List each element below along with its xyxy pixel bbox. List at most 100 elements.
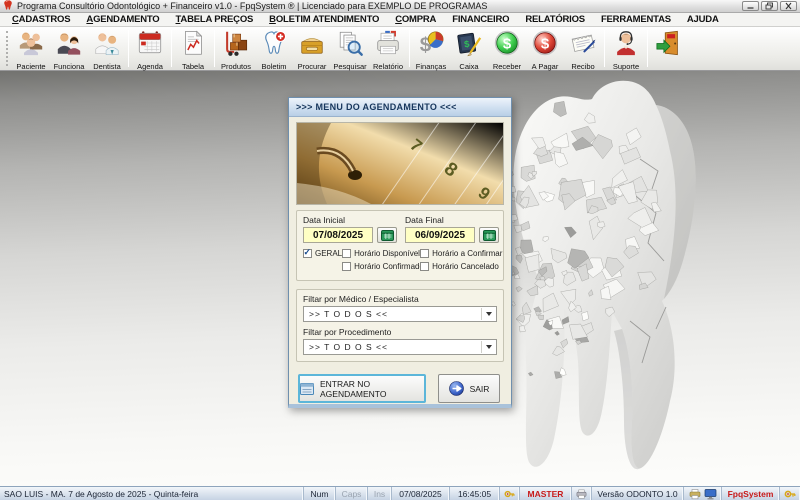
printer-icon [689, 488, 701, 500]
tooth-art [480, 71, 800, 486]
cashbook-icon: $ [455, 29, 483, 62]
toolbar-label: Funciona [54, 62, 85, 71]
close-button[interactable] [780, 1, 797, 11]
chevron-down-icon[interactable] [481, 308, 495, 320]
toolbar-pesquisar-button[interactable]: Pesquisar [331, 27, 369, 70]
menu-cadastros[interactable]: CADASTROS [4, 14, 78, 25]
toolbar-apagar-button[interactable]: $ A Pagar [526, 27, 564, 70]
minimize-button[interactable] [742, 1, 759, 11]
status-time: 16:45:05 [450, 487, 500, 500]
dollar-glyph: $ [503, 36, 512, 53]
window-grid-icon [300, 383, 314, 395]
toolbar-relatorio-button[interactable]: Relatório [369, 27, 407, 70]
restore-button[interactable] [761, 1, 778, 11]
dollar-glyph: $ [541, 36, 550, 53]
toolbar-label: Relatório [373, 62, 403, 71]
chevron-down-icon[interactable] [481, 341, 495, 353]
start-date-picker-button[interactable] [377, 227, 397, 243]
red-dollar-icon: $ [531, 29, 559, 62]
toolbar-label: Produtos [221, 62, 251, 71]
procedimento-filter-select[interactable]: >> T O D O S << [303, 339, 497, 355]
start-date-label: Data Inicial [303, 215, 397, 225]
filters-panel: Filtar por Médico / Especialista >> T O … [296, 289, 504, 362]
toolbar-dentista-button[interactable]: Dentista [88, 27, 126, 70]
toolbar-label: Dentista [93, 62, 121, 71]
finance-pie-icon: $ [417, 29, 445, 62]
checkbox-horario-cancelado[interactable]: Horário Cancelado [420, 262, 502, 271]
toolbar-label: Receber [493, 62, 521, 71]
calendar-photo: 7 8 9 [296, 122, 504, 205]
exit-door-icon [655, 29, 683, 62]
menu-financeiro[interactable]: FINANCEIRO [444, 14, 517, 25]
menu-agendamento[interactable]: AGENDAMENTO [78, 14, 167, 25]
end-date-input[interactable]: 06/09/2025 [405, 227, 475, 243]
patients-icon [17, 29, 45, 62]
toolbar-label: Caixa [459, 62, 478, 71]
price-table-icon [179, 29, 207, 62]
status-version: Versão ODONTO 1.0 [592, 487, 684, 500]
status-date: 07/08/2025 [392, 487, 450, 500]
toolbar-funcionario-button[interactable]: Funciona [50, 27, 88, 70]
search-pages-icon [336, 29, 364, 62]
arrow-circle-icon [449, 381, 464, 396]
toolbar-agenda-button[interactable]: Agenda [131, 27, 169, 70]
toolbar-label: A Pagar [532, 62, 559, 71]
toolbar-recibo-button[interactable]: Recibo [564, 27, 602, 70]
tooth-cross-icon [260, 29, 288, 62]
support-agent-icon [612, 29, 640, 62]
toolbar-separator [409, 30, 410, 67]
toolbar-label: Suporte [613, 62, 639, 71]
status-ins: Ins [368, 487, 392, 500]
checkbox-geral[interactable]: GERAL [303, 249, 342, 258]
calendar-picker-icon [483, 230, 496, 241]
toolbar-label: Boletim [261, 62, 286, 71]
checkbox-horario-confirmado[interactable]: Horário Confirmado [342, 262, 420, 271]
status-brand: FpqSystem [722, 487, 780, 500]
toolbar: Paciente Funciona Dentista A [0, 27, 800, 71]
toolbar-produtos-button[interactable]: Produtos [217, 27, 255, 70]
toolbar-receber-button[interactable]: $ Receber [488, 27, 526, 70]
toolbar-exit-button[interactable] [650, 27, 688, 70]
status-location: SAO LUIS - MA. 7 de Agosto de 2025 - Qui… [0, 487, 304, 500]
sair-button[interactable]: SAIR [438, 374, 500, 403]
monitor-icon [704, 488, 717, 500]
toolbar-suporte-button[interactable]: Suporte [607, 27, 645, 70]
toolbar-procurar-button[interactable]: Procurar [293, 27, 331, 70]
printer-icon [572, 487, 592, 500]
medico-filter-select[interactable]: >> T O D O S << [303, 306, 497, 322]
menu-tabela-precos[interactable]: TABELA PREÇOS [168, 14, 262, 25]
status-caps: Caps [336, 487, 368, 500]
products-trolley-icon [222, 29, 250, 62]
date-filter-panel: Data Inicial 07/08/2025 Data Final 06/09… [296, 210, 504, 281]
end-date-picker-button[interactable] [479, 227, 499, 243]
toolbar-label: Pesquisar [333, 62, 366, 71]
window-title: Programa Consultório Odontológico + Fina… [17, 1, 487, 11]
menu-compra[interactable]: COMPRA [387, 14, 444, 25]
menu-boletim-atendimento[interactable]: BOLETIM ATENDIMENTO [261, 14, 387, 25]
menu-ajuda[interactable]: AJUDA [679, 14, 727, 25]
dialog-title: >>> MENU DO AGENDAMENTO <<< [296, 102, 457, 112]
enter-agendamento-button[interactable]: ENTRAR NO AGENDAMENTO [298, 374, 426, 403]
menu-bar: CADASTROS AGENDAMENTO TABELA PREÇOS BOLE… [0, 13, 800, 27]
report-printer-icon [374, 29, 402, 62]
menu-ferramentas[interactable]: FERRAMENTAS [593, 14, 679, 25]
agendamento-dialog: >>> MENU DO AGENDAMENTO <<< [288, 97, 512, 408]
toolbar-boletim-button[interactable]: Boletim [255, 27, 293, 70]
employees-icon [55, 29, 83, 62]
toolbar-label: Procurar [298, 62, 327, 71]
status-num: Num [304, 487, 336, 500]
menu-relatorios[interactable]: RELATÓRIOS [517, 14, 593, 25]
start-date-input[interactable]: 07/08/2025 [303, 227, 373, 243]
toolbar-label: Recibo [571, 62, 594, 71]
calendar-picker-icon [381, 230, 394, 241]
checkbox-horario-a-confirmar[interactable]: Horário a Confirmar [420, 249, 502, 258]
checkbox-horario-disponivel[interactable]: Horário Disponível [342, 249, 420, 258]
toolbar-grip [6, 31, 10, 66]
toolbar-tabela-button[interactable]: Tabela [174, 27, 212, 70]
toolbar-separator [604, 30, 605, 67]
toolbar-caixa-button[interactable]: $ Caixa [450, 27, 488, 70]
dialog-titlebar[interactable]: >>> MENU DO AGENDAMENTO <<< [289, 98, 511, 117]
toolbar-financas-button[interactable]: $ Finanças [412, 27, 450, 70]
toolbar-paciente-button[interactable]: Paciente [12, 27, 50, 70]
key-icon [780, 487, 800, 500]
